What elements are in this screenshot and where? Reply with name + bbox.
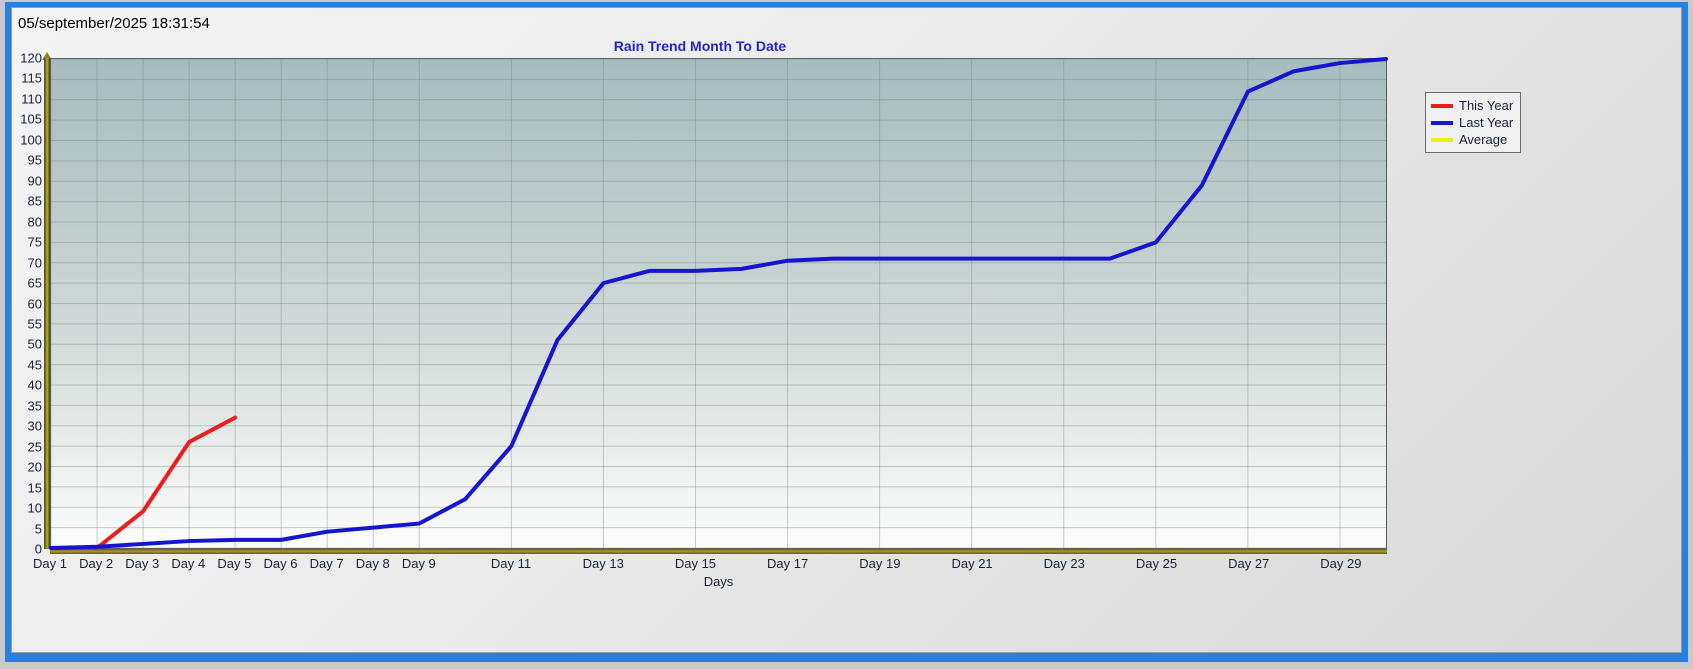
x-axis-tick-label: Day 9 xyxy=(401,556,436,571)
y-axis-tick-label: 120 xyxy=(20,50,42,66)
series-line xyxy=(49,415,238,550)
y-axis-tick-label: 10 xyxy=(27,500,42,516)
y-axis-tick-label: 0 xyxy=(34,541,42,557)
x-axis-tick-label: Day 7 xyxy=(309,556,344,571)
y-axis-tick-label: 55 xyxy=(27,316,42,332)
x-axis-tick-label: Day 27 xyxy=(1228,556,1270,571)
window-frame: 05/september/2025 18:31:54 Rain Trend Mo… xyxy=(5,2,1688,662)
x-axis-bar xyxy=(50,549,1387,554)
x-axis-tick-label: Day 3 xyxy=(125,556,160,571)
application-window: 05/september/2025 18:31:54 Rain Trend Mo… xyxy=(0,0,1693,669)
x-axis-tick-label: Day 8 xyxy=(355,556,390,571)
y-axis-tick-label: 105 xyxy=(20,111,42,127)
legend-color-swatch xyxy=(1431,120,1453,125)
y-axis-tick-labels: 120 115 110 105 100 95 90 85 80 75 70 65 60 55 50 45 40 3… xyxy=(12,51,42,557)
y-axis-tick-label: 45 xyxy=(27,357,42,373)
legend-item-label: This Year xyxy=(1459,98,1514,113)
x-axis-title: Days xyxy=(703,574,734,589)
x-axis-tick-label: Day 1 xyxy=(33,556,67,571)
y-axis-tick-label: 75 xyxy=(27,234,42,250)
x-axis-tick-label: Day 21 xyxy=(951,556,993,571)
y-axis-tick-label: 80 xyxy=(27,214,42,230)
legend-item[interactable]: This Year xyxy=(1431,97,1513,114)
y-axis-tick-label: 85 xyxy=(27,193,42,209)
x-axis-tick-label: Day 19 xyxy=(859,556,901,571)
x-axis-tick-label: Day 29 xyxy=(1320,556,1362,571)
y-axis-tick-label: 25 xyxy=(27,439,42,455)
y-axis-tick-label: 30 xyxy=(27,418,42,434)
x-axis-tick-label: Day 2 xyxy=(79,556,114,571)
timestamp-label: 05/september/2025 18:31:54 xyxy=(18,15,210,32)
x-axis-tick-label: Day 15 xyxy=(674,556,717,571)
plot-area xyxy=(49,57,1388,550)
legend-item-label: Average xyxy=(1459,132,1508,147)
y-axis-tick-label: 90 xyxy=(27,173,42,189)
legend-color-swatch xyxy=(1431,103,1453,108)
series-lines xyxy=(49,57,1388,550)
y-axis-tick-label: 5 xyxy=(34,521,42,537)
chart-title: Rain Trend Month To Date xyxy=(613,38,787,54)
y-axis-tick-label: 40 xyxy=(27,377,42,393)
y-axis-tick-label: 65 xyxy=(27,275,42,291)
x-axis-tick-label: Day 17 xyxy=(767,556,809,571)
x-axis-tick-label: Day 11 xyxy=(490,556,532,571)
y-axis-tick-label: 95 xyxy=(27,152,42,168)
legend-item[interactable]: Last Year xyxy=(1431,114,1513,131)
y-axis-tick-label: 15 xyxy=(27,480,42,496)
legend-item[interactable]: Average xyxy=(1431,131,1513,148)
x-axis-tick-label: Day 13 xyxy=(582,556,624,571)
y-axis-tick-label: 60 xyxy=(27,296,42,311)
y-axis-tick-label: 70 xyxy=(27,255,42,271)
legend-item-label: Last Year xyxy=(1459,115,1514,130)
chart-legend: This Year Last Year Average xyxy=(1425,92,1522,153)
y-axis-tick-label: 50 xyxy=(27,336,42,352)
y-axis-tick-label: 20 xyxy=(27,459,42,475)
y-axis-tick-label: 115 xyxy=(21,70,42,86)
x-axis-tick-label: Day 4 xyxy=(171,556,206,571)
window-content: 05/september/2025 18:31:54 Rain Trend Mo… xyxy=(11,7,1682,653)
plot-area-wrapper xyxy=(49,57,1388,550)
y-axis-tick-label: 110 xyxy=(21,91,42,107)
x-axis-tick-label: Day 6 xyxy=(263,556,298,571)
x-axis-tick-label: Day 25 xyxy=(1135,556,1178,571)
y-axis-tick-label: 35 xyxy=(27,398,42,414)
legend-color-swatch xyxy=(1431,137,1453,142)
series-line xyxy=(49,57,1388,550)
x-axis-tick-label: Day 23 xyxy=(1043,556,1085,571)
y-axis-tick-label: 100 xyxy=(20,132,42,148)
x-axis-tick-label: Day 5 xyxy=(217,556,252,571)
